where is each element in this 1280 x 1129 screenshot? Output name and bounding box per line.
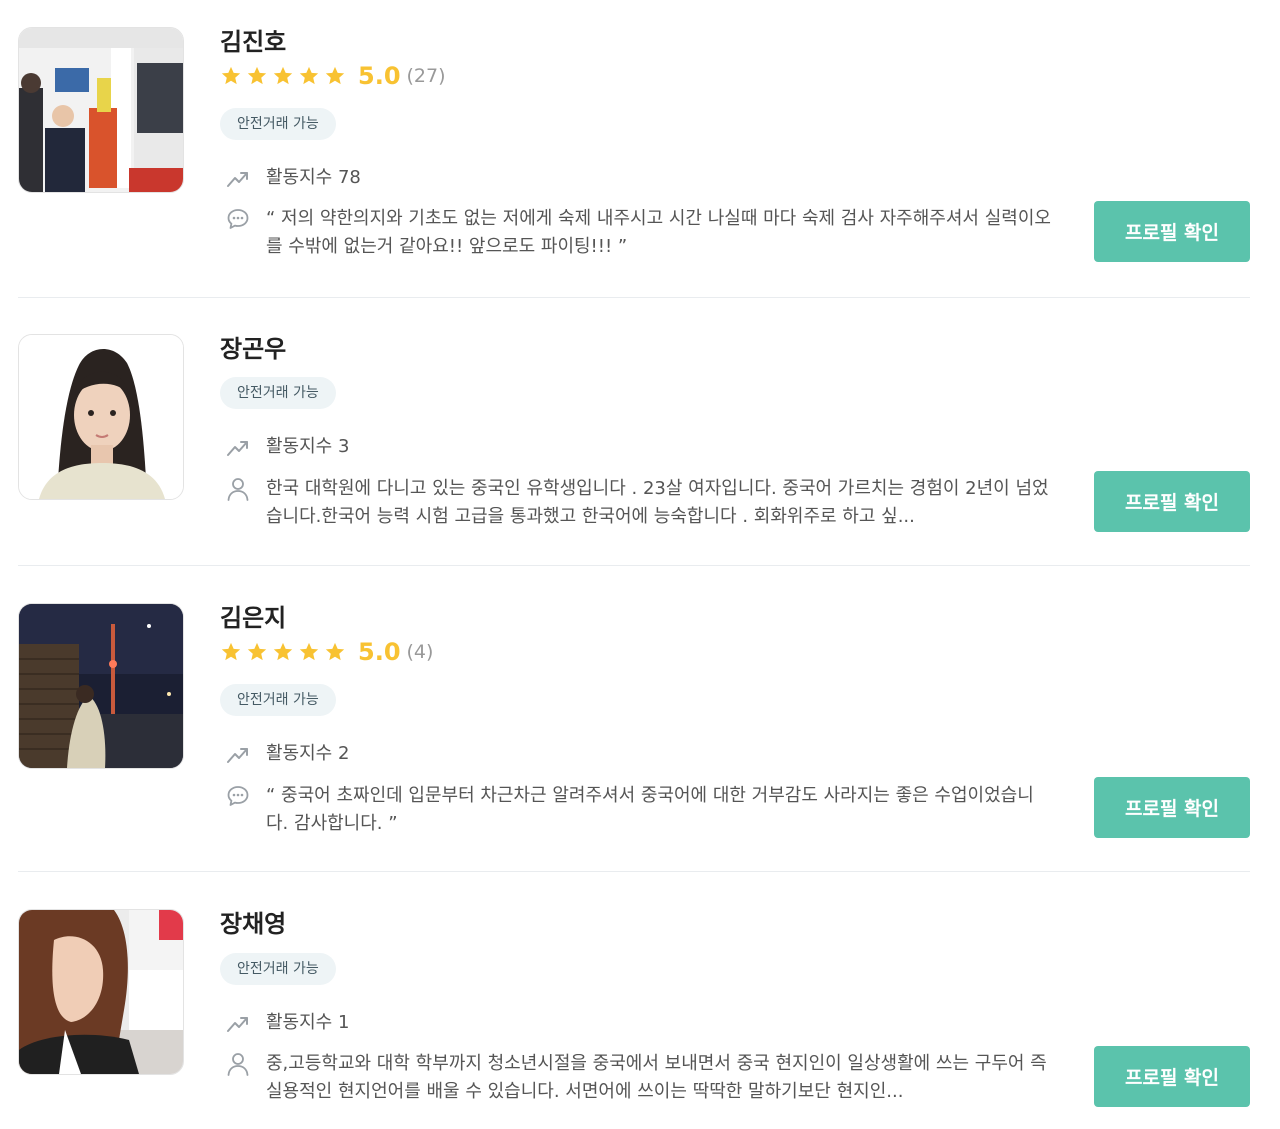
profile-view-button[interactable]: 프로필 확인 (1094, 201, 1250, 262)
star-icon (299, 642, 319, 661)
star-icon (325, 642, 345, 661)
avatar[interactable] (18, 27, 184, 193)
rating-score: 5.0 (358, 638, 401, 666)
tutor-list: 김진호 5.0 (27) 안전거래 가능 활동지수 78 “ 저의 약한의지와 … (0, 0, 1280, 1129)
intro-text: 한국 대학원에 다니고 있는 중국인 유학생입니다 . 23살 여자입니다. 중… (266, 478, 1049, 527)
profile-view-button[interactable]: 프로필 확인 (1094, 777, 1250, 838)
activity-score: 활동지수 1 (266, 1012, 350, 1033)
profile-view-button[interactable]: 프로필 확인 (1094, 1046, 1250, 1107)
safe-trade-badge: 안전거래 가능 (220, 377, 336, 409)
star-icon (221, 642, 241, 661)
tutor-name[interactable]: 장곤우 (220, 334, 286, 364)
profile-view-button[interactable]: 프로필 확인 (1094, 471, 1250, 532)
trending-up-icon (222, 164, 254, 192)
rating-score: 5.0 (358, 62, 401, 90)
divider (18, 565, 1250, 566)
review-row: “ 저의 약한의지와 기초도 없는 저에게 숙제 내주시고 시간 나실때 마다 … (220, 205, 1056, 261)
review-row: “ 중국어 초짜인데 입문부터 차근차근 알려주셔서 중국어에 대한 거부감도 … (220, 782, 1056, 838)
divider (18, 297, 1250, 298)
tutor-name[interactable]: 김은지 (220, 603, 286, 633)
avatar[interactable] (18, 334, 184, 500)
star-icon (273, 66, 293, 85)
safe-trade-badge: 안전거래 가능 (220, 953, 336, 985)
rating: 5.0 (27) (220, 61, 446, 91)
activity-row: 활동지수 3 (220, 433, 349, 461)
avatar[interactable] (18, 603, 184, 769)
review-count: (4) (406, 641, 434, 663)
tutor-name[interactable]: 김진호 (220, 27, 286, 57)
intro-row: 한국 대학원에 다니고 있는 중국인 유학생입니다 . 23살 여자입니다. 중… (220, 475, 1056, 531)
activity-row: 활동지수 2 (220, 740, 349, 768)
star-rating (220, 65, 346, 87)
intro-row: 중,고등학교와 대학 학부까지 청소년시절을 중국에서 보내면서 중국 현지인이… (220, 1050, 1056, 1106)
trending-up-icon (222, 740, 254, 768)
star-icon (299, 66, 319, 85)
activity-score: 활동지수 3 (266, 436, 350, 457)
activity-score: 활동지수 78 (266, 167, 361, 188)
review-text: “ 중국어 초짜인데 입문부터 차근차근 알려주셔서 중국어에 대한 거부감도 … (266, 785, 1034, 834)
review-count: (27) (406, 65, 446, 87)
activity-row: 활동지수 78 (220, 164, 361, 192)
review-text: “ 저의 약한의지와 기초도 없는 저에게 숙제 내주시고 시간 나실때 마다 … (266, 208, 1051, 257)
trending-up-icon (222, 433, 254, 461)
star-icon (221, 66, 241, 85)
star-icon (247, 642, 267, 661)
speech-bubble-icon (222, 205, 254, 233)
star-icon (273, 642, 293, 661)
activity-score: 활동지수 2 (266, 743, 350, 764)
activity-row: 활동지수 1 (220, 1009, 349, 1037)
rating: 5.0 (4) (220, 637, 433, 667)
divider (18, 871, 1250, 872)
speech-bubble-icon (222, 782, 254, 810)
person-icon (222, 1050, 254, 1078)
star-icon (247, 66, 267, 85)
star-icon (325, 66, 345, 85)
person-icon (222, 475, 254, 503)
tutor-name[interactable]: 장채영 (220, 909, 286, 939)
safe-trade-badge: 안전거래 가능 (220, 108, 336, 140)
avatar[interactable] (18, 909, 184, 1075)
safe-trade-badge: 안전거래 가능 (220, 684, 336, 716)
intro-text: 중,고등학교와 대학 학부까지 청소년시절을 중국에서 보내면서 중국 현지인이… (266, 1053, 1047, 1102)
star-rating (220, 641, 346, 663)
trending-up-icon (222, 1009, 254, 1037)
